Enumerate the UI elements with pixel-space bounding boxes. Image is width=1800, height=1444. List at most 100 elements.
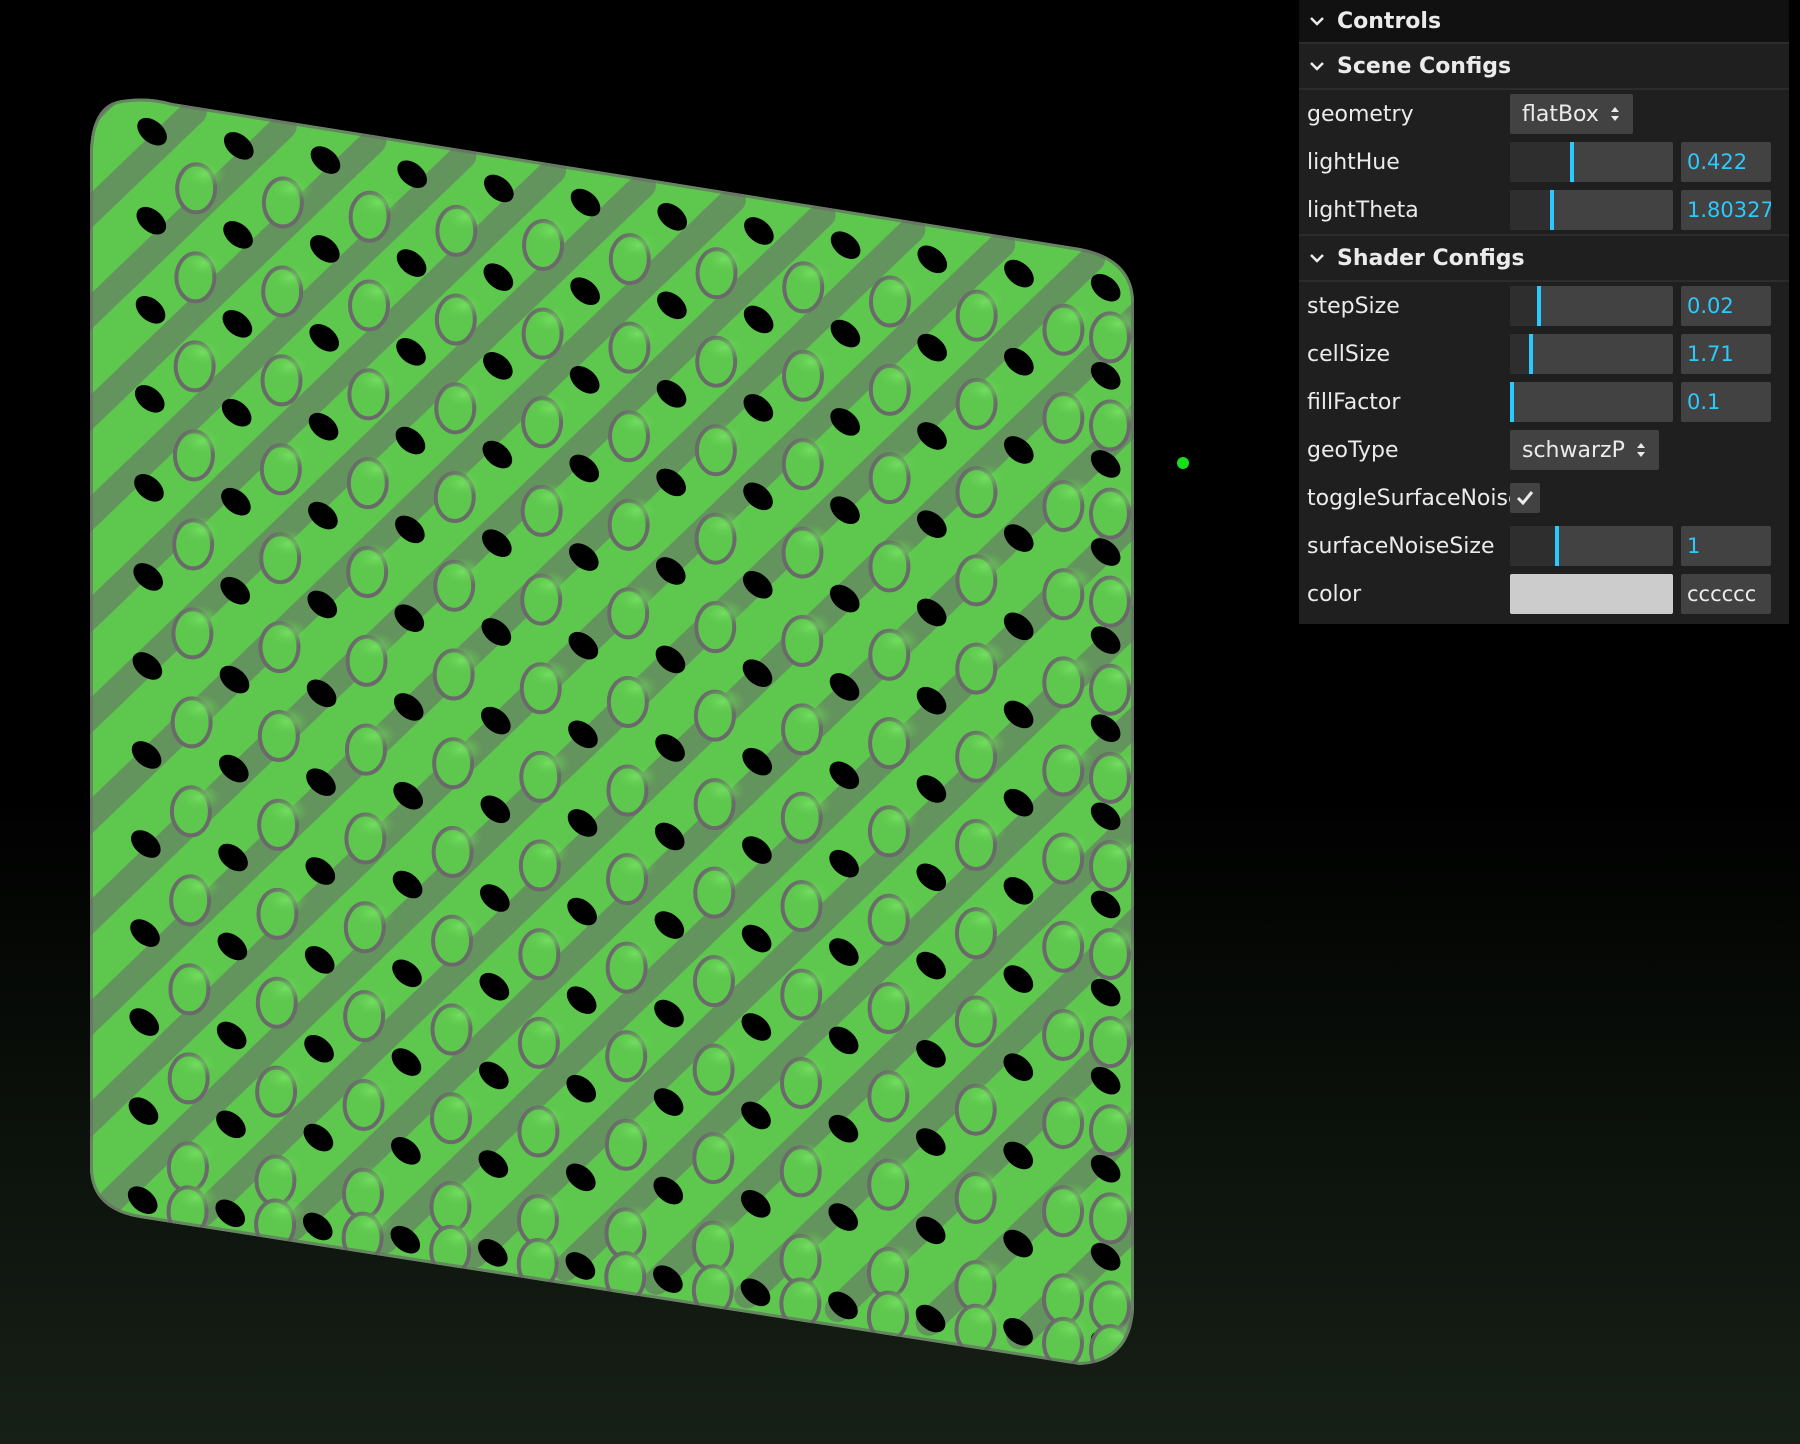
surface-highlight (174, 1050, 219, 1079)
surface-highlight (350, 988, 395, 1017)
slider-thumb[interactable] (1529, 334, 1533, 374)
surface-highlight (263, 885, 308, 914)
toggle-surface-noise-checkbox[interactable] (1510, 483, 1540, 513)
surface-highlight (1049, 389, 1094, 418)
chevron-down-icon (1310, 254, 1324, 263)
geo-type-select[interactable]: schwarzP (1510, 430, 1659, 470)
controls-title[interactable]: Controls (1299, 0, 1789, 42)
surface-highlight (702, 333, 747, 362)
surface-highlight (528, 394, 573, 423)
surface-highlight (700, 776, 745, 805)
surface-highlight (699, 953, 744, 982)
surface-highlight (700, 864, 745, 893)
surface-highlight (351, 810, 396, 839)
step-size-row: stepSize 0.02 (1299, 282, 1789, 330)
surface-highlight (700, 687, 745, 716)
shader-configs-label: Shader Configs (1337, 245, 1525, 271)
slider-thumb[interactable] (1555, 526, 1559, 566)
surface-highlight (354, 366, 399, 395)
surface-highlight (529, 216, 574, 245)
surface-highlight (175, 961, 220, 990)
surface-highlight (348, 1209, 393, 1238)
cell-size-input[interactable]: 1.71 (1681, 334, 1771, 374)
fill-factor-input[interactable]: 0.1 (1681, 382, 1771, 422)
surface-highlight (787, 789, 832, 818)
surface-highlight (436, 1090, 481, 1119)
fill-factor-row: fillFactor 0.1 (1299, 378, 1789, 426)
slider-fill (1510, 286, 1537, 326)
surface-highlight (180, 338, 225, 367)
slider-fill (1510, 142, 1570, 182)
surface-highlight (182, 160, 227, 189)
slider-thumb[interactable] (1537, 286, 1541, 326)
cell-size-row: cellSize 1.71 (1299, 330, 1789, 378)
surface-highlight (350, 899, 395, 928)
slider-fill (1510, 190, 1550, 230)
surface-highlight (436, 1178, 481, 1207)
slider-thumb[interactable] (1510, 382, 1514, 422)
surface-highlight (962, 287, 1007, 316)
scene-configs-folder[interactable]: Scene Configs (1299, 42, 1789, 90)
surface-highlight (436, 1222, 481, 1251)
surface-highlight (437, 1001, 482, 1030)
light-hue-input[interactable]: 0.422 (1681, 142, 1771, 182)
surface-highlight (875, 273, 920, 302)
surface-noise-size-input[interactable]: 1 (1681, 526, 1771, 566)
color-row: color cccccc (1299, 570, 1789, 618)
chevron-down-icon (1310, 62, 1324, 71)
light-theta-slider[interactable] (1510, 190, 1673, 230)
surface-highlight (176, 783, 221, 812)
surface-highlight (526, 660, 571, 689)
surface-highlight (787, 966, 832, 995)
surface-noise-size-slider[interactable] (1510, 526, 1673, 566)
step-size-slider[interactable] (1510, 286, 1673, 326)
surface-highlight (527, 482, 572, 511)
surface-highlight (701, 510, 746, 539)
slider-thumb[interactable] (1570, 142, 1574, 182)
light-theta-input[interactable]: 1.803274 (1681, 190, 1771, 230)
geometry-select[interactable]: flatBox (1510, 94, 1633, 134)
scene-configs-label: Scene Configs (1337, 53, 1512, 79)
surface-noise-size-label: surfaceNoiseSize (1307, 533, 1495, 559)
surface-highlight (349, 1076, 394, 1105)
color-swatch[interactable] (1510, 574, 1673, 614)
surface-highlight (1048, 1314, 1093, 1343)
surface-highlight (181, 249, 226, 278)
surface-highlight (179, 516, 224, 545)
surface-highlight (701, 422, 746, 451)
surface-highlight (698, 1218, 743, 1247)
light-hue-slider[interactable] (1510, 142, 1673, 182)
surface-noise-size-row: surfaceNoiseSize 1 (1299, 522, 1789, 570)
shader-configs-folder[interactable]: Shader Configs (1299, 234, 1789, 282)
surface-highlight (874, 1068, 919, 1097)
surface-highlight (962, 728, 1007, 757)
light-theta-label: lightTheta (1307, 197, 1419, 223)
surface-highlight (179, 427, 224, 456)
surface-highlight (613, 762, 658, 791)
cell-size-slider[interactable] (1510, 334, 1673, 374)
geo-type-value: schwarzP (1522, 437, 1625, 463)
step-size-input[interactable]: 0.02 (1681, 286, 1771, 326)
surface-highlight (615, 408, 660, 437)
fill-factor-slider[interactable] (1510, 382, 1673, 422)
surface-highlight (786, 1231, 831, 1260)
surface-highlight (264, 796, 309, 825)
chevron-down-icon (1310, 17, 1324, 26)
slider-thumb[interactable] (1550, 190, 1554, 230)
surface-highlight (786, 1143, 831, 1172)
surface-highlight (962, 640, 1007, 669)
checkmark-icon (1516, 491, 1534, 506)
surface-highlight (874, 891, 919, 920)
surface-highlight (701, 599, 746, 628)
color-hex-input[interactable]: cccccc (1681, 574, 1771, 614)
surface-highlight (177, 694, 222, 723)
geometry-row: geometry flatBox (1299, 90, 1789, 138)
surface-highlight (961, 1081, 1006, 1110)
surface-highlight (875, 361, 920, 390)
light-indicator-dot[interactable] (1177, 457, 1189, 469)
surface-highlight (1049, 1271, 1094, 1300)
surface-highlight (614, 585, 659, 614)
surface-highlight (611, 1249, 656, 1278)
surface-highlight (526, 748, 571, 777)
surface-highlight (440, 469, 485, 498)
